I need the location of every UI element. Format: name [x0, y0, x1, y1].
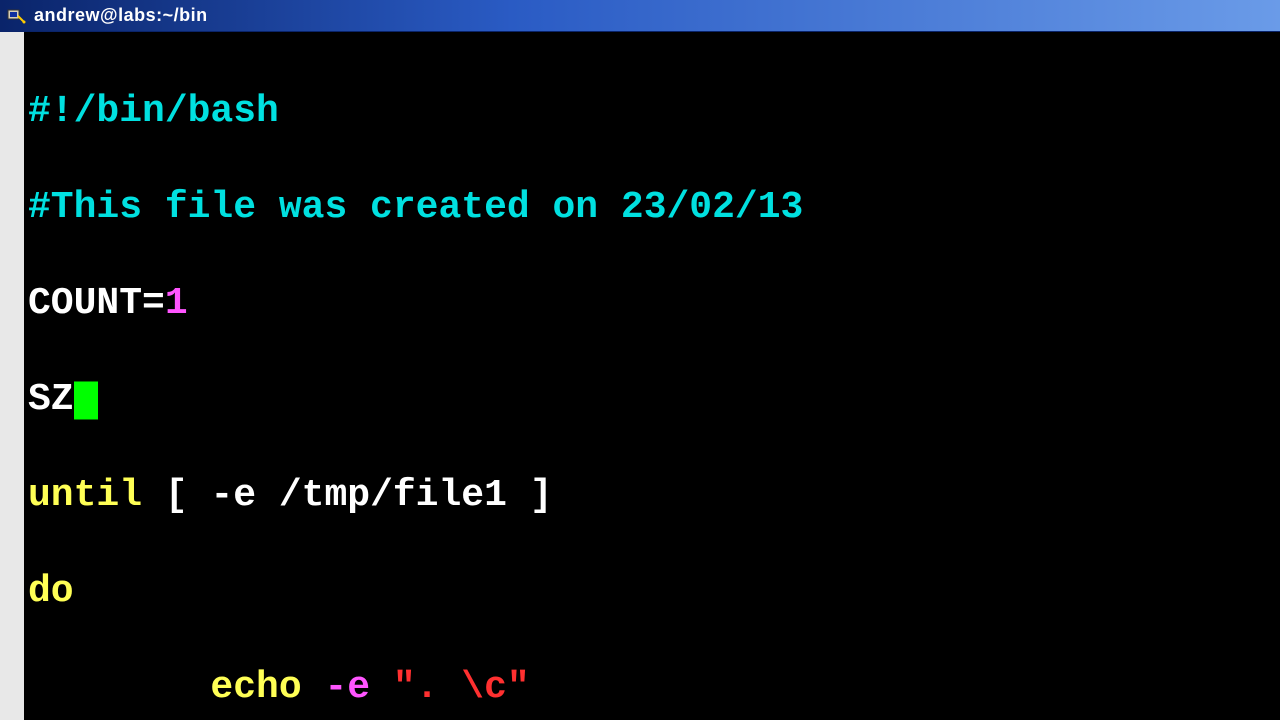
comment-text: #!/bin/bash — [28, 90, 279, 133]
comment-text: #This file was created on 23/02/13 — [28, 186, 803, 229]
equals: = — [142, 282, 165, 325]
code-line: do — [28, 568, 1280, 616]
keyword: do — [28, 570, 74, 613]
code-line: #This file was created on 23/02/13 — [28, 184, 1280, 232]
code-line-cursor: SZ — [28, 376, 1280, 424]
code-line: until [ -e /tmp/file1 ] — [28, 472, 1280, 520]
keyword: until — [28, 474, 142, 517]
var-name: COUNT — [28, 282, 142, 325]
code-line: echo -e ". \c" — [28, 664, 1280, 712]
putty-icon — [6, 6, 26, 26]
text-cursor — [74, 381, 98, 419]
window-title: andrew@labs:~/bin — [34, 5, 208, 26]
window-titlebar[interactable]: andrew@labs:~/bin — [0, 0, 1280, 32]
condition-text: [ -e /tmp/file1 ] — [142, 474, 552, 517]
string-literal: ". \c" — [393, 666, 530, 709]
partial-var: SZ — [28, 378, 74, 421]
code-line: COUNT=1 — [28, 280, 1280, 328]
number-literal: 1 — [165, 282, 188, 325]
command: echo — [210, 666, 301, 709]
terminal-editor[interactable]: #!/bin/bash #This file was created on 23… — [0, 32, 1280, 720]
code-line: #!/bin/bash — [28, 88, 1280, 136]
flag: -e — [302, 666, 393, 709]
